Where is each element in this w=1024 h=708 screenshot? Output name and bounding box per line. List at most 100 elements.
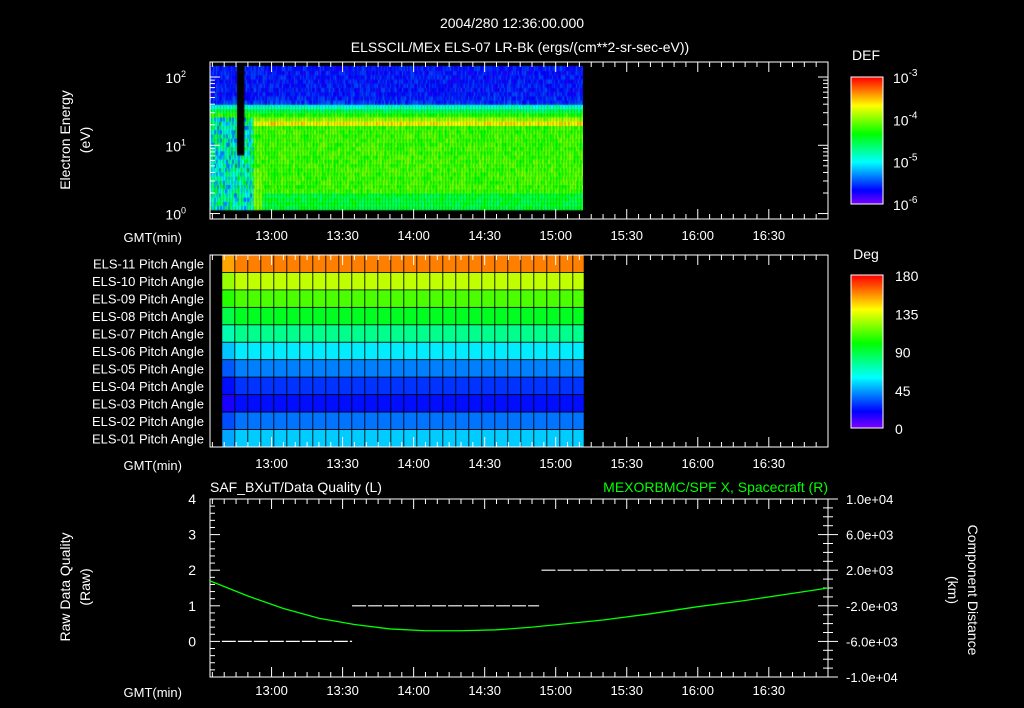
pitch-angle-cell (559, 324, 574, 343)
pitch-angle-cell (325, 429, 340, 448)
pitch-angle-cell (429, 272, 444, 291)
pitch-angle-cell (390, 411, 405, 430)
pitch-angle-cell (234, 324, 249, 343)
pitch-angle-row-label: ELS-02 Pitch Angle (92, 414, 204, 429)
deg-colorbar-tick-label: 135 (895, 306, 919, 322)
pitch-angle-cell (546, 254, 561, 273)
pitch-angle-cell (546, 394, 561, 413)
pitch-angle-cell (312, 289, 327, 308)
pitch-angle-cell (429, 306, 444, 326)
pitch-angle-cell (455, 429, 470, 448)
pitch-angle-cell (338, 289, 353, 308)
left-y-tick-label: 1 (188, 598, 196, 614)
pitch-angle-cell (325, 254, 340, 273)
energy-tick-label: 101 (165, 137, 186, 154)
x-tick-label: 13:30 (326, 683, 359, 698)
pitch-angle-cell (364, 306, 379, 326)
pitch-angle-cell (572, 394, 585, 413)
pitch-angle-cell (364, 272, 379, 291)
def-colorbar-frame (850, 76, 884, 205)
pitch-angle-cell (442, 306, 457, 326)
pitch-angle-cell (403, 254, 418, 273)
pitch-angle-cell (416, 272, 431, 291)
pitch-angle-cell (364, 359, 379, 378)
distance-axis-unit: (km) (945, 576, 961, 604)
pitch-angle-cell (572, 272, 585, 291)
x-tick-label: 14:00 (397, 228, 430, 243)
pitch-angle-cell (546, 341, 561, 361)
pitch-angle-cell (364, 324, 379, 343)
pitch-angle-cell (286, 306, 301, 326)
pitch-angle-cell (416, 341, 431, 361)
pitch-angle-cell (351, 429, 366, 448)
pitch-angle-cell (338, 254, 353, 273)
pitch-angle-cell (325, 324, 340, 343)
pitch-angle-cell (416, 376, 431, 396)
pitch-angle-cell (520, 324, 535, 343)
plot-title: 2004/280 12:36:00.000 (440, 15, 584, 31)
pitch-angle-cell (520, 376, 535, 396)
pitch-angle-cell (247, 324, 262, 343)
pitch-angle-cell (273, 411, 288, 430)
energy-axis-unit: (eV) (77, 127, 93, 153)
pitch-angle-cell (338, 376, 353, 396)
pitch-angle-cell (351, 324, 366, 343)
pitch-angle-row-label: ELS-05 Pitch Angle (92, 361, 204, 376)
def-colorbar-tick-label: 10-6 (893, 195, 918, 213)
pitch-angle-cell (312, 376, 327, 396)
def-colorbar-tick-label: 10-5 (893, 153, 918, 171)
pitch-angle-cell (481, 254, 496, 273)
pitch-angle-cell (247, 411, 262, 430)
pitch-angle-cell (559, 254, 574, 273)
pitch-angle-cell (468, 341, 483, 361)
pitch-angle-cell (260, 359, 275, 378)
pitch-angle-cell (325, 306, 340, 326)
pitch-angle-cell (364, 341, 379, 361)
pitch-angle-cell (273, 359, 288, 378)
panel-frame (209, 498, 829, 678)
pitch-angle-cell (364, 254, 379, 273)
x-axis-label: GMT(min) (124, 458, 183, 473)
pitch-angle-cell (260, 376, 275, 396)
pitch-angle-cell (468, 359, 483, 378)
x-tick-label: 13:00 (255, 683, 288, 698)
pitch-angle-cell (221, 289, 236, 308)
right-y-tick-label: 6.0e+03 (846, 528, 893, 543)
pitch-angle-cell (351, 341, 366, 361)
x-axis-label: GMT(min) (124, 685, 183, 700)
plot-subtitle: ELSSCIL/MEx ELS-07 LR-Bk (ergs/(cm**2-sr… (351, 39, 689, 55)
pitch-angle-cell (559, 429, 574, 448)
pitch-angle-cell (403, 324, 418, 343)
pitch-angle-cell (559, 341, 574, 361)
pitch-angle-cell (390, 341, 405, 361)
pitch-angle-cell (312, 394, 327, 413)
pitch-angle-cell (221, 359, 236, 378)
deg-colorbar-label: Deg (853, 246, 879, 262)
pitch-angle-cell (507, 289, 522, 308)
pitch-angle-cell (442, 289, 457, 308)
pitch-angle-cell (286, 324, 301, 343)
pitch-angle-cell (559, 359, 574, 378)
pitch-angle-row-label: ELS-08 Pitch Angle (92, 309, 204, 324)
pitch-angle-cell (481, 306, 496, 326)
pitch-angle-cell (299, 341, 314, 361)
x-tick-label: 15:30 (610, 683, 643, 698)
pitch-angle-cell (234, 272, 249, 291)
pitch-angle-cell (494, 289, 509, 308)
pitch-angle-cell (468, 394, 483, 413)
pitch-angle-cell (260, 411, 275, 430)
pitch-angle-cell (312, 306, 327, 326)
pitch-angle-cell (481, 359, 496, 378)
pitch-angle-cell (494, 341, 509, 361)
pitch-angle-cell (494, 376, 509, 396)
pitch-angle-cell (312, 341, 327, 361)
orbit-panel-title: MEXORBMC/SPF X, Spacecraft (R) (603, 479, 828, 495)
pitch-angle-cell (221, 394, 236, 413)
pitch-angle-row-label: ELS-06 Pitch Angle (92, 344, 204, 359)
pitch-angle-cell (481, 324, 496, 343)
pitch-angle-cell (351, 376, 366, 396)
pitch-angle-cell (364, 429, 379, 448)
pitch-angle-row-label: ELS-10 Pitch Angle (92, 274, 204, 289)
pitch-angle-cell (546, 429, 561, 448)
pitch-angle-cell (338, 411, 353, 430)
